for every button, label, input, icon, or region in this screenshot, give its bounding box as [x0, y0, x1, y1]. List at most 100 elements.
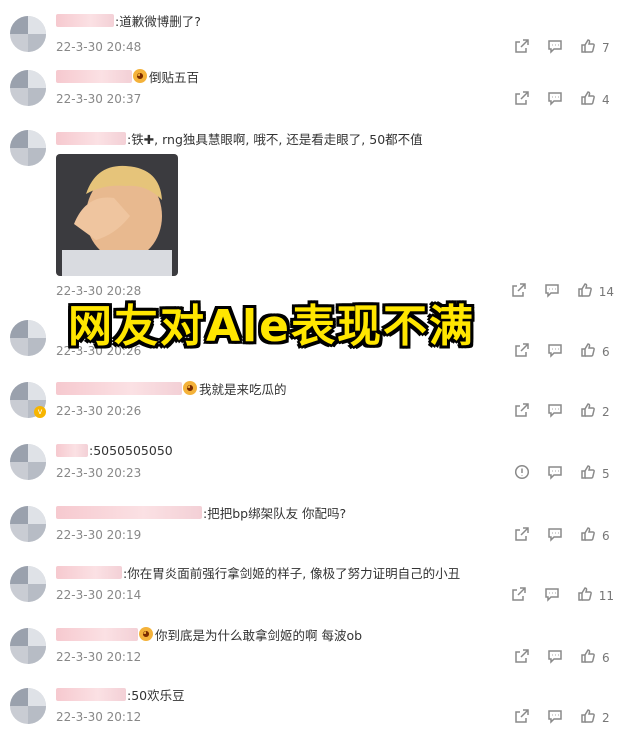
avatar[interactable] — [10, 16, 46, 52]
comment-time: 22-3-30 20:12 — [56, 710, 142, 724]
avatar[interactable] — [10, 70, 46, 106]
username-redacted[interactable] — [56, 565, 122, 579]
username-redacted[interactable] — [56, 69, 132, 83]
username-redacted[interactable] — [56, 131, 126, 145]
share-button[interactable] — [513, 343, 531, 361]
comment-text: :铁✚, rng独具慧眼啊, 哦不, 还是看走眼了, 50都不值 — [127, 131, 423, 147]
comment-image[interactable] — [56, 154, 178, 276]
comment-text: :5050505050 — [89, 442, 173, 458]
avatar[interactable] — [10, 628, 46, 664]
comment-time: 22-3-30 20:23 — [56, 466, 142, 480]
like-count: 5 — [602, 467, 610, 481]
username-redacted[interactable] — [56, 505, 202, 519]
like-button[interactable] — [579, 465, 597, 483]
reply-button[interactable] — [546, 465, 564, 483]
share-icon — [514, 648, 530, 668]
share-icon — [514, 402, 530, 422]
like-count: 7 — [602, 41, 610, 55]
comment-actions: 6 — [498, 527, 614, 545]
like-count: 2 — [602, 711, 610, 725]
comment-time: 22-3-30 20:26 — [56, 404, 142, 418]
share-button[interactable] — [513, 649, 531, 667]
emoji-icon: ◕ — [133, 69, 147, 83]
share-button[interactable] — [513, 709, 531, 727]
like-icon — [580, 708, 596, 728]
like-button[interactable] — [579, 91, 597, 109]
share-icon — [514, 342, 530, 362]
username-redacted[interactable] — [56, 687, 126, 701]
reply-button[interactable] — [546, 343, 564, 361]
like-count: 6 — [602, 529, 610, 543]
like-button[interactable] — [579, 39, 597, 57]
like-icon — [580, 38, 596, 58]
share-button[interactable] — [513, 39, 531, 57]
like-button[interactable] — [576, 587, 594, 605]
reply-button[interactable] — [543, 283, 561, 301]
comment-actions: 7 — [498, 39, 614, 57]
like-button[interactable] — [579, 709, 597, 727]
like-icon — [580, 342, 596, 362]
comment-actions: 2 — [498, 403, 614, 421]
reply-button[interactable] — [546, 709, 564, 727]
reply-button[interactable] — [546, 527, 564, 545]
reply-button[interactable] — [543, 587, 561, 605]
share-button[interactable] — [510, 587, 528, 605]
reply-button[interactable] — [546, 39, 564, 57]
comment-time: 22-3-30 20:12 — [56, 650, 142, 664]
like-icon — [580, 526, 596, 546]
username-redacted[interactable] — [56, 13, 114, 27]
username-redacted[interactable] — [56, 381, 182, 395]
like-count: 6 — [602, 651, 610, 665]
like-button[interactable] — [579, 403, 597, 421]
avatar[interactable] — [10, 130, 46, 166]
share-button[interactable] — [513, 527, 531, 545]
like-icon — [577, 586, 593, 606]
like-button[interactable] — [579, 649, 597, 667]
emoji-icon: ◕ — [183, 381, 197, 395]
comment-icon — [544, 586, 560, 606]
share-icon — [514, 90, 530, 110]
comment-text: :把把bp绑架队友 你配吗? — [203, 505, 347, 521]
like-count: 6 — [602, 345, 610, 359]
comment-text: 倒贴五百 — [149, 69, 200, 85]
reply-button[interactable] — [546, 403, 564, 421]
like-count: 4 — [602, 93, 610, 107]
share-icon — [514, 708, 530, 728]
like-icon — [577, 282, 593, 302]
username-redacted[interactable] — [56, 627, 138, 641]
like-button[interactable] — [579, 343, 597, 361]
reply-button[interactable] — [546, 649, 564, 667]
comment-text: :道歉微博删了? — [115, 13, 201, 29]
avatar[interactable] — [10, 566, 46, 602]
like-icon — [580, 402, 596, 422]
share-button[interactable] — [513, 91, 531, 109]
reply-button[interactable] — [546, 91, 564, 109]
comment-icon — [544, 282, 560, 302]
comment-actions: 14 — [495, 283, 614, 301]
comment-actions: 5 — [498, 464, 614, 483]
like-icon — [580, 648, 596, 668]
comment-text: 我就是来吃瓜的 — [199, 381, 287, 397]
comment-icon — [547, 708, 563, 728]
report-button[interactable] — [513, 464, 531, 483]
comment-icon — [547, 402, 563, 422]
like-icon — [580, 90, 596, 110]
share-button[interactable] — [513, 403, 531, 421]
like-button[interactable] — [576, 283, 594, 301]
share-icon — [514, 526, 530, 546]
avatar[interactable] — [10, 506, 46, 542]
avatar[interactable] — [10, 688, 46, 724]
share-icon — [511, 282, 527, 302]
avatar[interactable] — [10, 444, 46, 480]
comment-time: 22-3-30 20:14 — [56, 588, 142, 602]
share-button[interactable] — [510, 283, 528, 301]
comment-icon — [547, 464, 563, 484]
comment-text: 你到底是为什么敢拿剑姬的啊 每波ob — [155, 627, 363, 643]
comment-time: 22-3-30 20:48 — [56, 40, 142, 54]
avatar[interactable] — [10, 320, 46, 356]
comment-actions: 11 — [495, 587, 614, 605]
username-redacted[interactable] — [56, 443, 88, 457]
like-count: 14 — [598, 285, 614, 299]
like-button[interactable] — [579, 527, 597, 545]
share-icon — [514, 38, 530, 58]
